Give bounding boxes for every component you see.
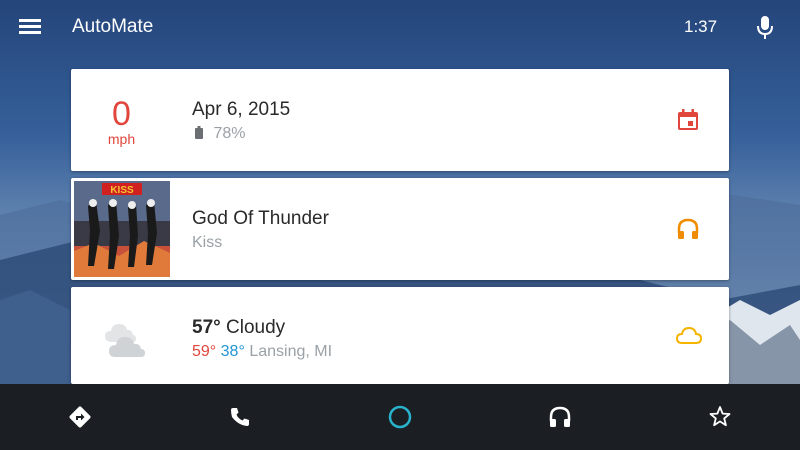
top-app-bar: AutoMate 1:37	[0, 0, 800, 54]
nav-music-button[interactable]	[547, 404, 573, 430]
cloudy-weather-icon	[99, 315, 149, 364]
weather-details: 59° 38° Lansing, MI	[192, 343, 332, 361]
star-icon	[709, 406, 731, 427]
app-title: AutoMate	[72, 16, 154, 37]
track-artist: Kiss	[192, 234, 223, 251]
track-title: God Of Thunder	[192, 208, 329, 229]
nav-directions-button[interactable]	[67, 404, 93, 430]
speed-unit: mph	[107, 131, 136, 147]
calendar-button[interactable]	[675, 107, 701, 133]
microphone-button[interactable]	[753, 13, 777, 41]
weather-card[interactable]: 57° Cloudy 59° 38° Lansing, MI	[71, 287, 729, 384]
weather-condition: Cloudy	[226, 317, 286, 338]
home-circle-icon	[388, 405, 412, 429]
current-temp: 57°	[192, 317, 221, 338]
calendar-icon	[678, 109, 698, 130]
microphone-icon	[757, 16, 773, 39]
battery-icon	[195, 126, 203, 139]
music-button[interactable]	[675, 216, 701, 242]
kiss-album-art: KISS	[74, 181, 170, 277]
phone-icon	[231, 408, 249, 426]
headphones-icon	[549, 406, 571, 427]
speed-date-card[interactable]: 0 mph Apr 6, 2015 78%	[71, 69, 729, 171]
weather-summary: 57° Cloudy	[192, 317, 285, 339]
nav-home-button[interactable]	[387, 404, 413, 430]
music-card[interactable]: KISS God Of Thunder Kiss	[71, 178, 729, 280]
battery-row: 78%	[195, 125, 245, 143]
cloud-icon	[675, 326, 703, 344]
weather-button[interactable]	[675, 325, 703, 351]
directions-icon	[69, 406, 91, 428]
svg-text:KISS: KISS	[110, 185, 134, 196]
headphones-icon	[677, 218, 699, 239]
bottom-navigation-bar	[0, 384, 800, 450]
date-text: Apr 6, 2015	[192, 99, 291, 120]
high-temp: 59°	[192, 343, 217, 360]
weather-location: Lansing, MI	[249, 343, 333, 360]
nav-phone-button[interactable]	[227, 404, 253, 430]
nav-favorites-button[interactable]	[707, 404, 733, 430]
low-temp: 38°	[220, 343, 245, 360]
menu-button[interactable]	[19, 17, 43, 37]
speed-value: 0	[112, 95, 131, 133]
clock: 1:37	[684, 17, 718, 36]
battery-percent: 78%	[213, 125, 246, 142]
